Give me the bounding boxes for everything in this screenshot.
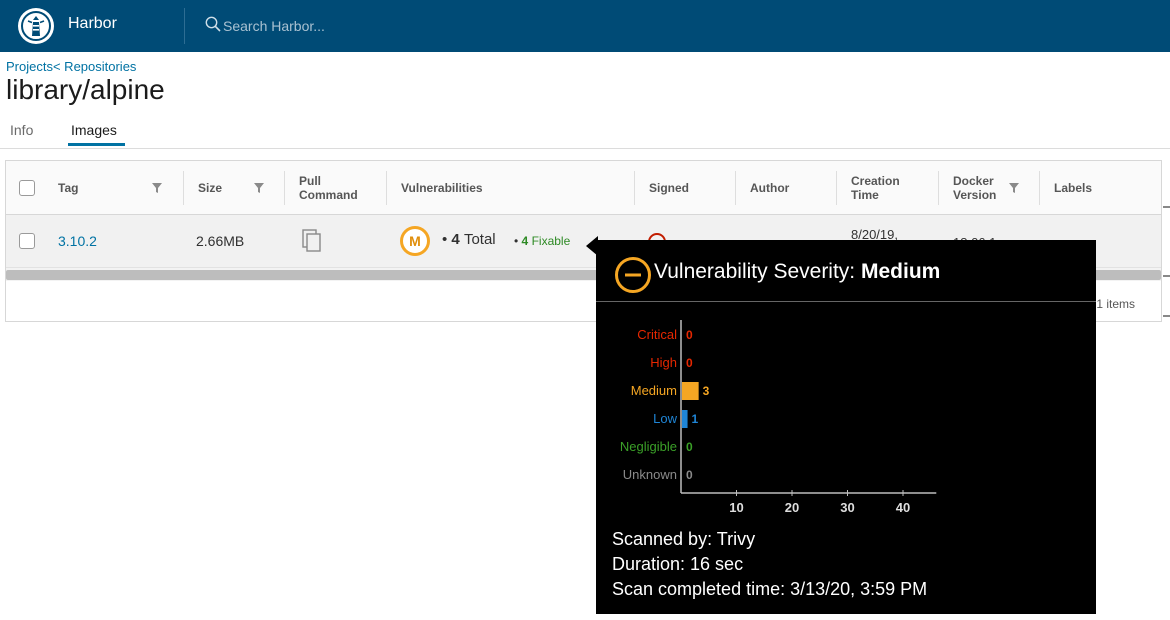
search-icon <box>205 16 221 32</box>
app-header: Harbor <box>0 0 1170 52</box>
column-docker-line2: Version <box>953 188 997 202</box>
page-title: library/alpine <box>6 74 165 105</box>
column-labels-label: Labels <box>1054 181 1093 195</box>
severity-label-high: High <box>650 355 677 370</box>
column-size-label: Size <box>198 181 223 195</box>
column-pull-command[interactable]: Pull Command <box>285 161 387 215</box>
breadcrumb-repositories[interactable]: Repositories <box>61 59 136 74</box>
x-tick-label: 10 <box>729 500 743 515</box>
column-vulnerabilities-label: Vulnerabilities <box>401 181 483 195</box>
column-creation-time[interactable]: Creation Time <box>837 161 939 215</box>
image-size: 2.66MB <box>196 233 245 249</box>
vulnerability-total[interactable]: • 4 Total <box>442 231 496 248</box>
column-tag-label: Tag <box>58 181 79 195</box>
column-docker-line1: Docker <box>953 174 994 188</box>
breadcrumb: Projects< Repositories <box>6 59 136 74</box>
severity-label-critical: Critical <box>637 327 677 342</box>
column-signed[interactable]: Signed <box>635 161 736 215</box>
header-divider <box>184 8 185 44</box>
severity-bar-medium <box>682 382 699 400</box>
severity-chart: Critical 0 High 0 Medium 3 Low 1 Negligible 0 Unkn… <box>620 320 937 515</box>
severity-value-medium: 3 <box>703 384 710 398</box>
select-all-checkbox[interactable] <box>19 180 35 196</box>
filter-icon[interactable] <box>152 183 162 193</box>
vulnerability-tooltip: Vulnerability Severity: Medium Critical 0… <box>596 240 1096 614</box>
column-vulnerabilities[interactable]: Vulnerabilities <box>387 161 635 215</box>
scroll-edge-mark <box>1163 315 1170 317</box>
x-tick-label: 30 <box>840 500 854 515</box>
scan-duration: Duration: 16 sec <box>612 554 744 574</box>
item-count: 1 items <box>1096 297 1135 311</box>
x-tick-label: 20 <box>785 500 799 515</box>
total-label: Total <box>463 231 496 248</box>
severity-label-medium: Medium <box>631 383 677 398</box>
tooltip-title: Vulnerability Severity: Medium <box>654 260 940 284</box>
severity-value-high: 0 <box>686 356 693 370</box>
severity-value-low: 1 <box>692 412 699 426</box>
severity-label-low: Low <box>653 411 677 426</box>
severity-label-negligible: Negligible <box>620 439 677 454</box>
global-search[interactable] <box>205 14 465 38</box>
scroll-edge-mark <box>1163 206 1170 208</box>
scan-completed-time: Scan completed time: 3/13/20, 3:59 PM <box>612 579 928 599</box>
x-tick-label: 40 <box>896 500 910 515</box>
harbor-logo-icon[interactable] <box>18 8 54 44</box>
column-creation-line1: Creation <box>851 174 900 188</box>
tab-info[interactable]: Info <box>10 122 33 138</box>
medium-severity-icon <box>615 257 651 293</box>
severity-value-negligible: 0 <box>686 440 693 454</box>
fixable-count: 4 <box>521 234 529 248</box>
breadcrumb-projects[interactable]: Projects <box>6 59 53 74</box>
tooltip-title-level: Medium <box>860 260 941 283</box>
active-tab-indicator <box>68 143 125 146</box>
scanned-by: Scanned by: Trivy <box>612 529 756 549</box>
tooltip-title-prefix: Vulnerability Severity: <box>654 260 856 283</box>
column-select <box>6 161 44 215</box>
severity-label-unknown: Unknown <box>623 467 677 482</box>
column-author-label: Author <box>750 181 790 195</box>
total-count: 4 <box>451 231 460 248</box>
row-checkbox[interactable] <box>19 233 35 249</box>
search-input[interactable] <box>223 14 463 38</box>
tab-images[interactable]: Images <box>71 122 117 138</box>
column-pull-line2: Command <box>299 188 358 202</box>
column-author[interactable]: Author <box>736 161 837 215</box>
brand-name[interactable]: Harbor <box>68 15 117 33</box>
severity-bar-low <box>682 410 688 428</box>
copy-icon[interactable] <box>302 229 322 253</box>
column-signed-label: Signed <box>649 181 690 195</box>
column-size[interactable]: Size <box>184 161 285 215</box>
column-creation-label: Creation Time <box>851 174 900 202</box>
column-docker-version[interactable]: Docker Version <box>939 161 1040 215</box>
column-tag[interactable]: Tag <box>44 161 184 215</box>
tooltip-divider <box>596 301 1096 302</box>
column-labels[interactable]: Labels <box>1040 161 1161 215</box>
column-pull-label: Pull Command <box>299 174 358 202</box>
scroll-edge-mark <box>1163 275 1170 277</box>
tag-link[interactable]: 3.10.2 <box>58 233 97 249</box>
breadcrumb-separator: < <box>52 59 61 74</box>
fixable-label: Fixable <box>531 234 571 248</box>
severity-value-critical: 0 <box>686 328 693 342</box>
tab-divider <box>0 148 1170 149</box>
column-creation-line2: Time <box>851 188 879 202</box>
filter-icon[interactable] <box>1009 183 1019 193</box>
vulnerability-fixable: • 4 Fixable <box>514 234 571 248</box>
medium-severity-icon[interactable]: M <box>400 226 430 256</box>
filter-icon[interactable] <box>254 183 264 193</box>
column-pull-line1: Pull <box>299 174 322 188</box>
severity-value-unknown: 0 <box>686 468 693 482</box>
datagrid-header: Tag Size Pull Command Vulnerabilities Sig… <box>6 161 1161 215</box>
column-docker-label: Docker Version <box>953 174 996 202</box>
